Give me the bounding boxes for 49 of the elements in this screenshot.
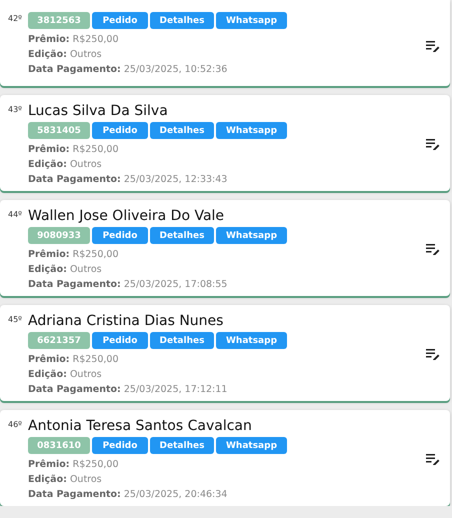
info-line: Prêmio: R$250,00 xyxy=(28,143,120,157)
action-button[interactable]: Detalhes xyxy=(150,437,214,454)
action-button[interactable]: Pedido xyxy=(92,332,148,349)
action-button[interactable]: Whatsapp xyxy=(216,332,287,349)
rank-label: 43º xyxy=(8,105,23,114)
action-button[interactable]: Pedido xyxy=(92,227,148,244)
info-line: Edição: Outros xyxy=(28,48,103,62)
action-button[interactable]: Pedido xyxy=(92,437,148,454)
rank-label: 44º xyxy=(8,210,23,219)
action-button[interactable]: Whatsapp xyxy=(216,437,287,454)
person-name: Lucas Silva Da Silva xyxy=(28,103,169,120)
code-badge: 6621357 xyxy=(28,332,90,349)
info-line: Prêmio: R$250,00 xyxy=(28,353,120,367)
action-button[interactable]: Detalhes xyxy=(150,12,214,29)
info-line: Data Pagamento: 25/03/2025, 20:46:34 xyxy=(28,488,228,502)
code-badge: 9080933 xyxy=(28,227,90,244)
rank-label: 42º xyxy=(8,14,23,23)
edit-list-icon[interactable] xyxy=(426,242,440,254)
info-line: Data Pagamento: 25/03/2025, 10:52:36 xyxy=(28,63,228,77)
edit-list-icon[interactable] xyxy=(426,348,440,360)
action-button[interactable]: Whatsapp xyxy=(216,12,287,29)
info-line: Edição: Outros xyxy=(28,158,103,172)
action-button[interactable]: Pedido xyxy=(92,12,148,29)
edit-list-icon[interactable] xyxy=(426,138,440,150)
person-name: Adriana Cristina Dias Nunes xyxy=(28,313,224,330)
action-button[interactable]: Detalhes xyxy=(150,227,214,244)
action-button[interactable]: Whatsapp xyxy=(216,227,287,244)
rank-label: 45º xyxy=(8,315,23,324)
person-name: Wallen Jose Oliveira Do Vale xyxy=(28,208,226,225)
code-badge: 3812563 xyxy=(28,12,90,29)
action-button[interactable]: Pedido xyxy=(92,122,148,139)
action-button[interactable]: Whatsapp xyxy=(216,122,287,139)
code-badge: 5831405 xyxy=(28,122,90,139)
action-button[interactable]: Detalhes xyxy=(150,332,214,349)
edit-list-icon[interactable] xyxy=(426,40,440,52)
info-line: Prêmio: R$250,00 xyxy=(28,33,120,47)
info-line: Prêmio: R$250,00 xyxy=(28,248,120,262)
code-badge: 0831610 xyxy=(28,437,90,454)
info-line: Edição: Outros xyxy=(28,263,103,277)
edit-list-icon[interactable] xyxy=(426,452,440,464)
info-line: Data Pagamento: 25/03/2025, 17:12:11 xyxy=(28,383,228,397)
rank-label: 46º xyxy=(8,420,23,429)
info-line: Edição: Outros xyxy=(28,473,103,487)
person-name: Antonia Teresa Santos Cavalcan xyxy=(28,418,253,435)
info-line: Data Pagamento: 25/03/2025, 12:33:43 xyxy=(28,173,228,187)
info-line: Edição: Outros xyxy=(28,368,103,382)
info-line: Data Pagamento: 25/03/2025, 17:08:55 xyxy=(28,278,228,292)
action-button[interactable]: Detalhes xyxy=(150,122,214,139)
info-line: Prêmio: R$250,00 xyxy=(28,458,120,472)
